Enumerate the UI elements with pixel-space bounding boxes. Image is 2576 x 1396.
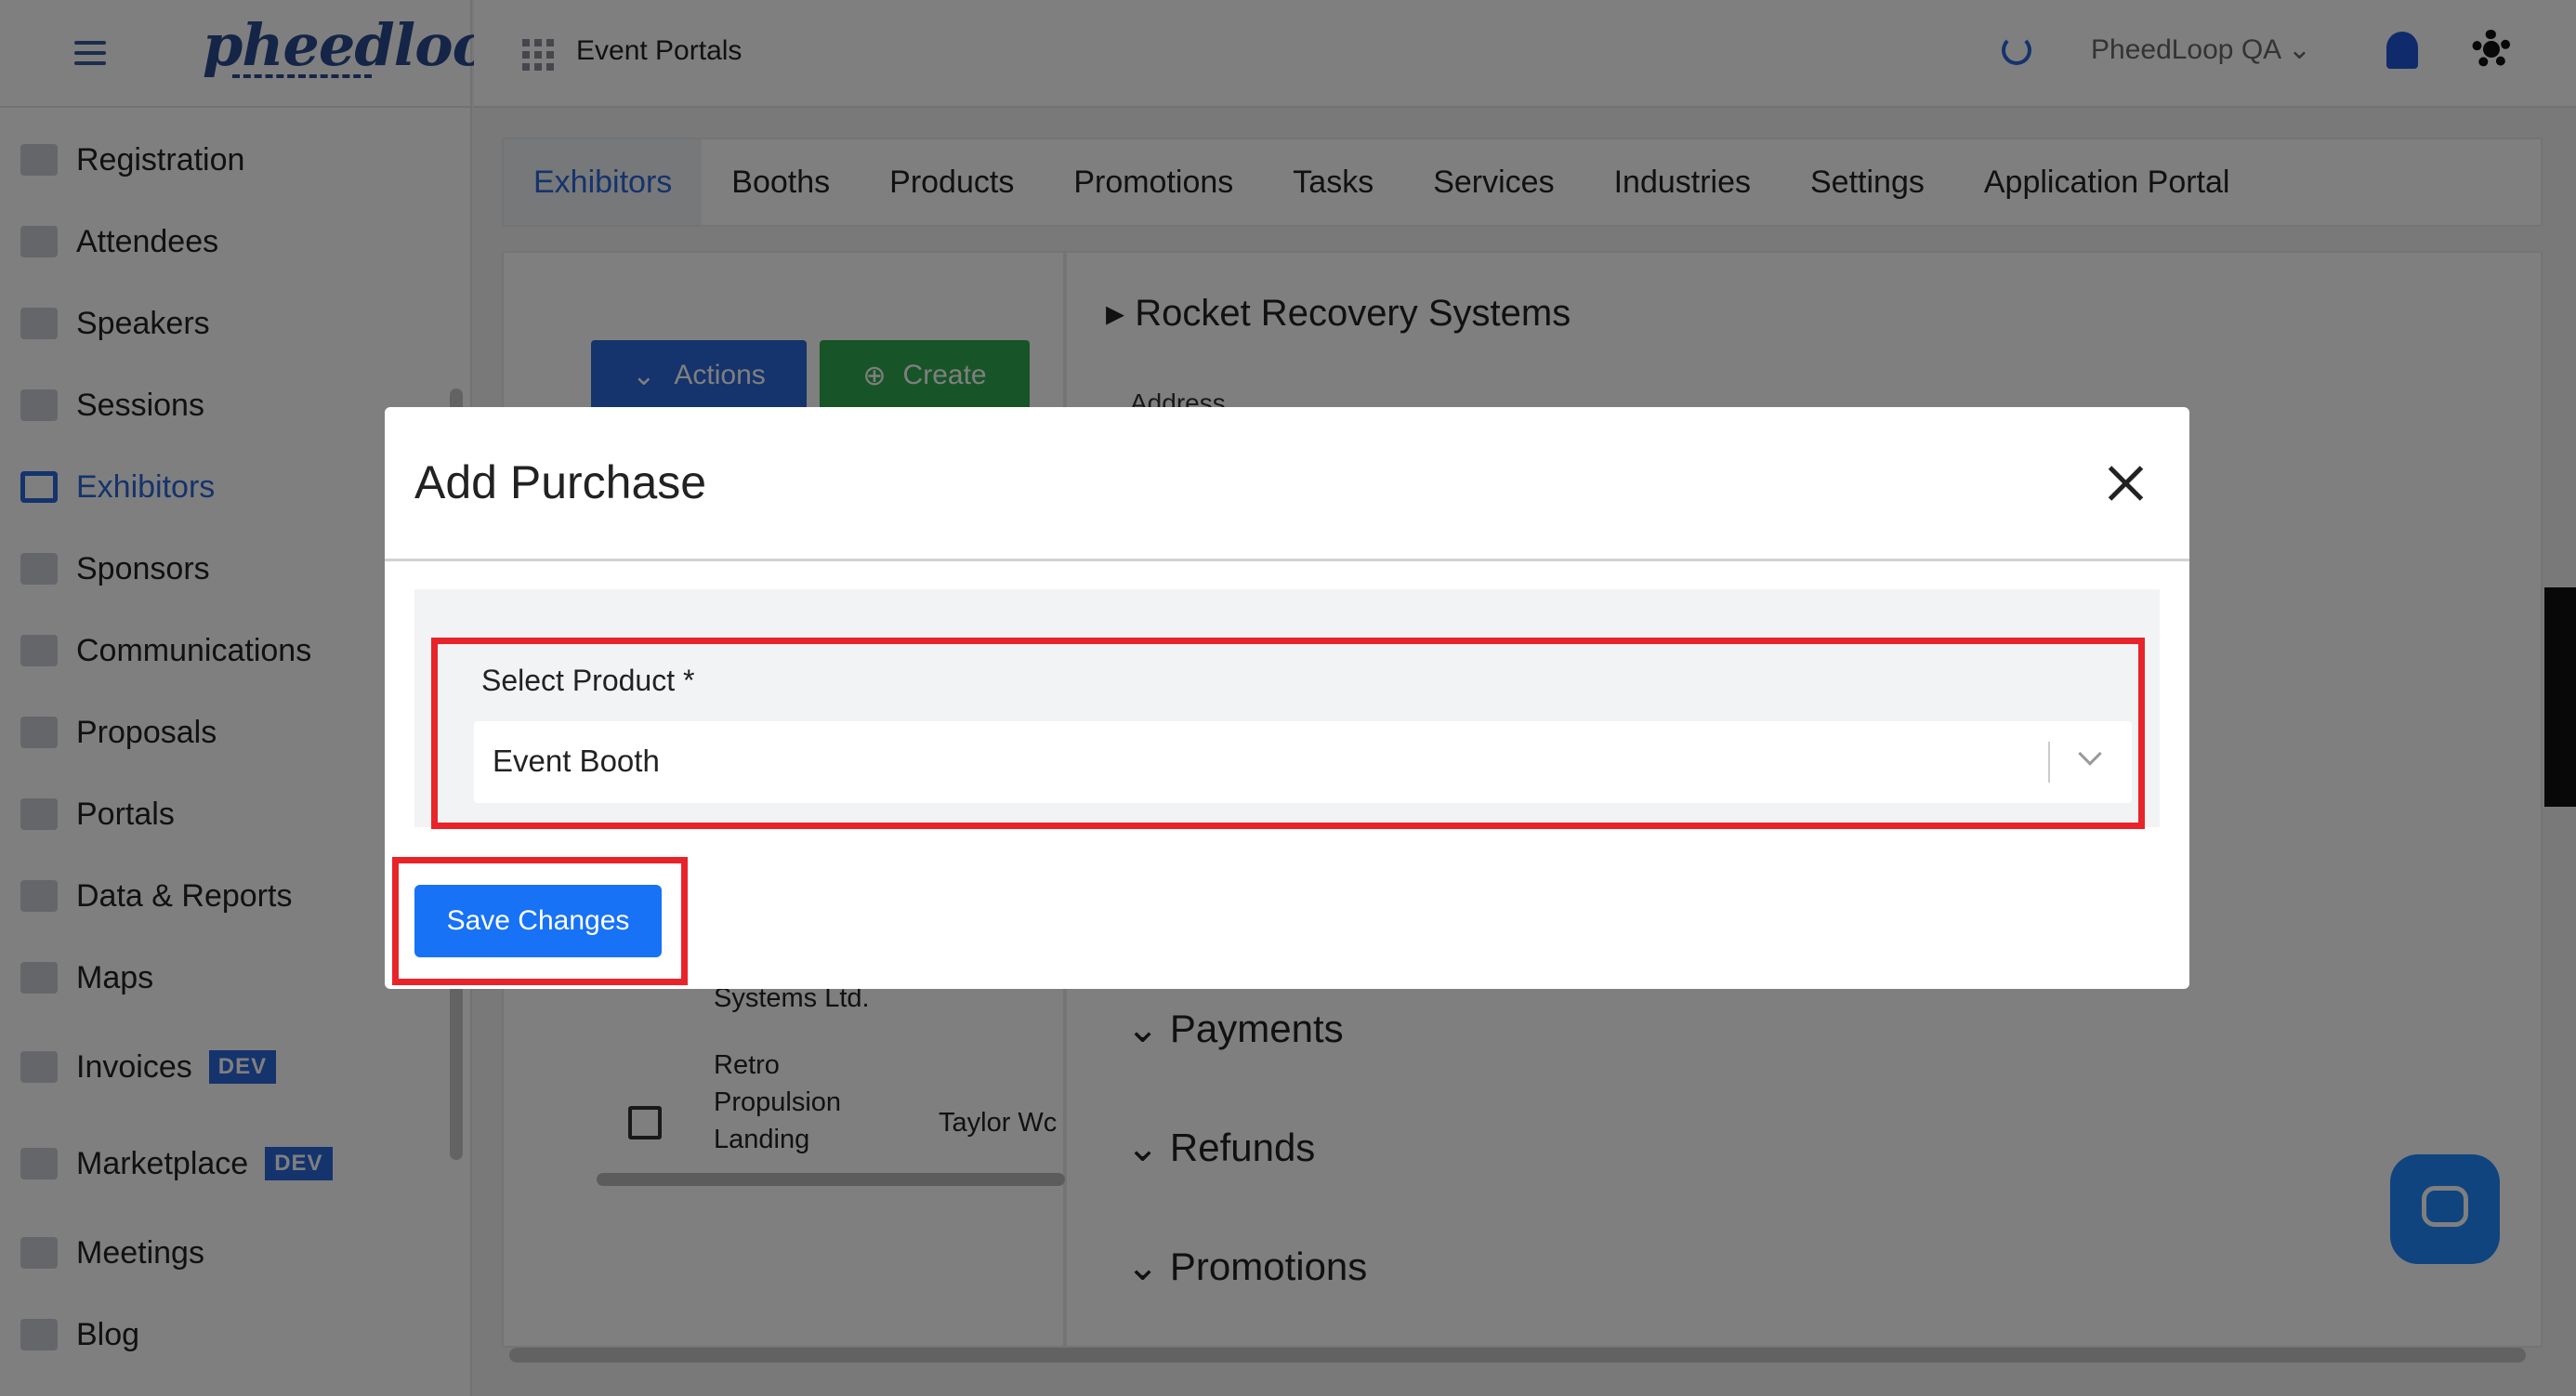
selected-product: Event Booth (493, 744, 660, 778)
select-separator (2048, 742, 2050, 783)
close-icon[interactable] (2106, 463, 2147, 504)
chevron-down-icon[interactable] (2078, 742, 2102, 766)
save-changes-button[interactable]: Save Changes (414, 885, 662, 957)
modal-header: Add Purchase (385, 407, 2189, 561)
modal-title: Add Purchase (414, 456, 707, 508)
select-product-label: Select Product * (481, 664, 695, 697)
add-purchase-modal: Add Purchase Select Product * Event Boot… (385, 407, 2189, 989)
product-select[interactable]: Event Booth (474, 721, 2132, 803)
